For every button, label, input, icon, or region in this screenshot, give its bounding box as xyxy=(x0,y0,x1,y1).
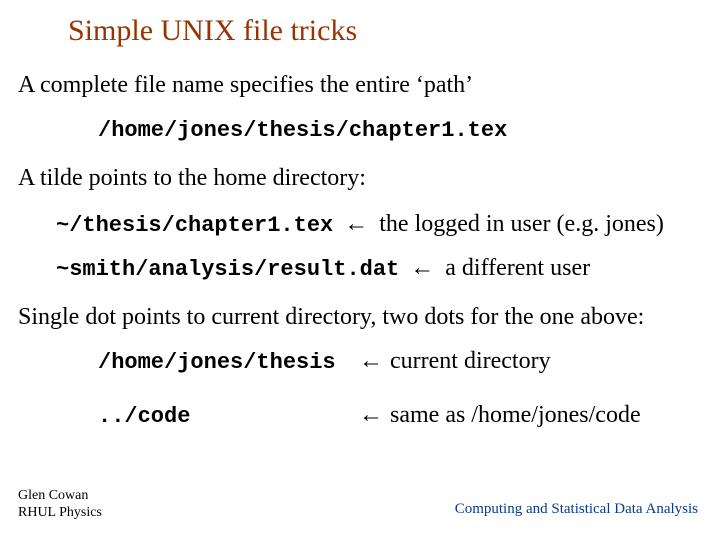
slide-title: Simple UNIX file tricks xyxy=(68,14,357,48)
paragraph-dots-intro: Single dot points to current directory, … xyxy=(18,302,700,332)
arrow-icon: ← xyxy=(358,346,384,376)
example-current-dir: /home/jones/thesis ← current directory xyxy=(98,346,700,377)
example-tilde-other: ~smith/analysis/result.dat ← a different… xyxy=(56,253,700,284)
footer-author-block: Glen Cowan RHUL Physics xyxy=(18,488,102,522)
example-tilde-self: ~/thesis/chapter1.tex ← the logged in us… xyxy=(56,209,700,240)
code-text: /home/jones/thesis/chapter1.tex xyxy=(98,118,507,143)
desc-tilde-other: a different user xyxy=(445,253,590,283)
code-full-path: /home/jones/thesis/chapter1.tex xyxy=(98,114,700,145)
desc-current-dir: current directory xyxy=(390,346,551,376)
example-parent-dir: ../code ← same as /home/jones/code xyxy=(98,400,700,431)
footer-course: Computing and Statistical Data Analysis xyxy=(455,501,698,518)
footer-affiliation: RHUL Physics xyxy=(18,505,102,522)
footer-author: Glen Cowan xyxy=(18,488,102,505)
dot-examples: /home/jones/thesis ← current directory .… xyxy=(98,346,700,431)
code-parent-dir: ../code xyxy=(98,403,358,431)
paragraph-path-intro: A complete file name specifies the entir… xyxy=(18,70,700,100)
slide-body: A complete file name specifies the entir… xyxy=(18,62,700,455)
desc-parent-dir: same as /home/jones/code xyxy=(390,400,641,430)
code-tilde-self: ~/thesis/chapter1.tex xyxy=(56,212,333,240)
arrow-icon: ← xyxy=(358,400,384,430)
code-current-dir: /home/jones/thesis xyxy=(98,349,358,377)
arrow-icon: ← xyxy=(343,209,369,239)
slide: Simple UNIX file tricks A complete file … xyxy=(0,0,720,540)
arrow-icon: ← xyxy=(409,253,435,283)
paragraph-tilde-intro: A tilde points to the home directory: xyxy=(18,163,700,193)
code-tilde-other: ~smith/analysis/result.dat xyxy=(56,256,399,284)
desc-tilde-self: the logged in user (e.g. jones) xyxy=(379,209,664,239)
